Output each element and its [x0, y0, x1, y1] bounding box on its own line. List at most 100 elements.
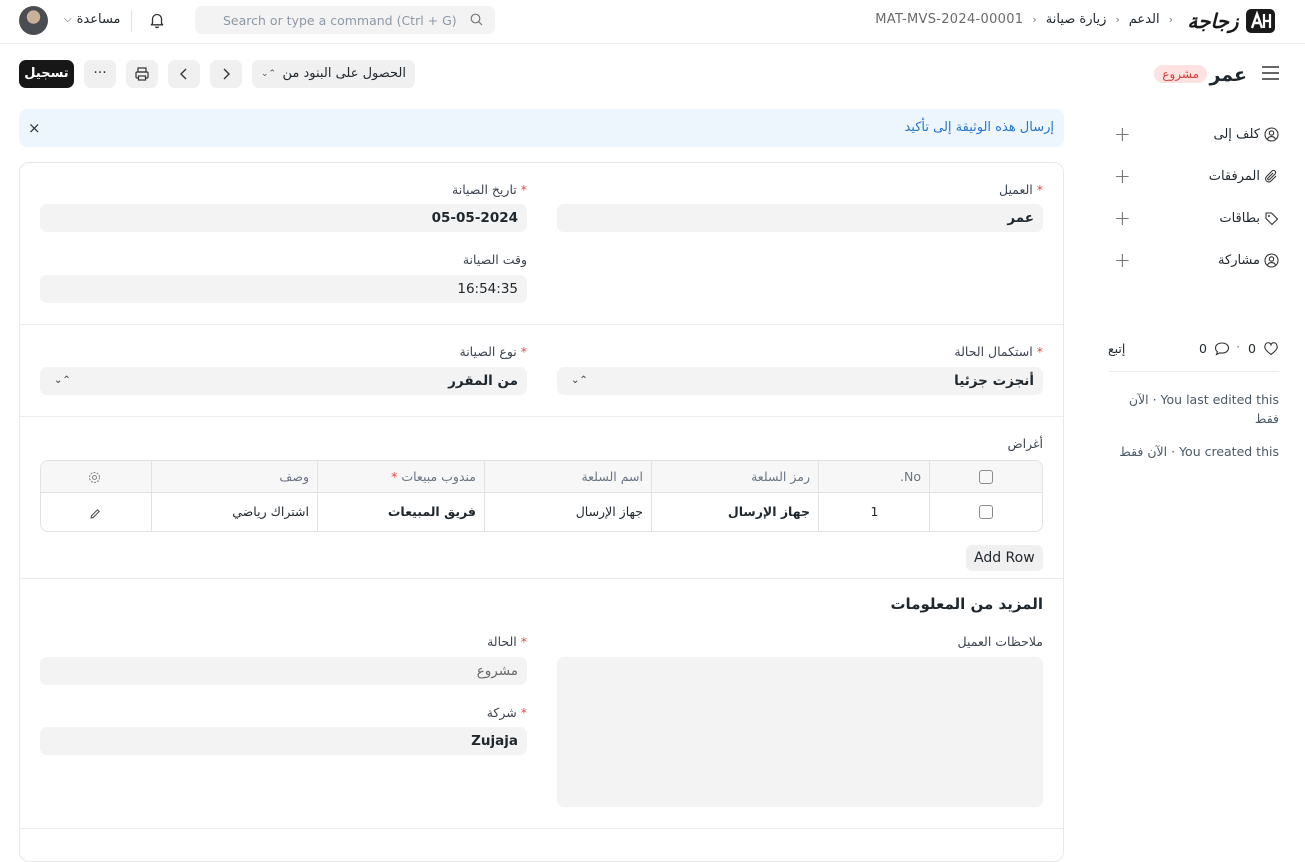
required-marker: * [1032, 344, 1043, 359]
submit-button[interactable]: تسجيل [19, 60, 74, 88]
get-items-from-dropdown[interactable]: الحصول على البنود من ⌃⌄ [252, 60, 415, 88]
customer-field[interactable]: عمر [557, 204, 1043, 232]
dot-separator: · [1236, 340, 1240, 354]
add-icon[interactable]: + [1114, 164, 1131, 188]
maintenance-date-field[interactable]: 05-05-2024 [40, 204, 527, 232]
sidebar-item-attachments[interactable]: المرفقات + [1114, 164, 1279, 190]
heart-icon[interactable] [1263, 341, 1279, 356]
breadcrumb-support[interactable]: الدعم [1129, 12, 1160, 27]
column-divider [651, 461, 652, 531]
avatar[interactable] [19, 6, 48, 35]
activity-item: You last edited this · الآن فقط [1128, 392, 1279, 426]
row-description[interactable]: اشتراك رياضي [152, 493, 318, 531]
column-divider [317, 461, 318, 531]
sidebar-item-label: كلف إلى [1213, 127, 1261, 142]
share-user-icon [1264, 253, 1279, 268]
pencil-icon[interactable] [89, 508, 101, 520]
search-input[interactable]: Search or type a command (Ctrl + G) [223, 13, 457, 28]
row-item-code[interactable]: جهاز الإرسال [652, 493, 819, 531]
sort-arrows-icon: ⌃⌄ [571, 375, 588, 386]
header-item-code: رمز السلعة [652, 461, 819, 493]
maintenance-time-label: وقت الصيانة [462, 252, 527, 267]
add-row-button[interactable]: Add Row [966, 545, 1043, 571]
sidebar-item-tags[interactable]: بطاقات + [1114, 206, 1279, 232]
row-no[interactable]: 1 [819, 493, 930, 531]
section-divider [20, 324, 1063, 325]
completion-status-select[interactable]: أنجزت جزئيا ⌃⌄ [557, 367, 1043, 395]
header-description: وصف [152, 461, 318, 493]
sidebar-item-label: مشاركة [1218, 253, 1260, 268]
form-card: * العميل عمر * تاريخ الصيانة 05-05-2024 … [19, 162, 1064, 862]
activity-item: You created this · الآن فقط [1119, 444, 1279, 459]
section-divider [20, 578, 1063, 579]
column-divider [929, 461, 930, 531]
row-sales-person[interactable]: فريق المبيعات [318, 493, 485, 531]
chevron-down-icon: ⌵ [64, 14, 72, 25]
maintenance-type-select[interactable]: من المقرر ⌃⌄ [40, 367, 527, 395]
maintenance-date-label: * تاريخ الصيانة [452, 182, 527, 197]
header-no: No. [819, 461, 930, 493]
chevron-left-icon [180, 68, 187, 80]
add-icon[interactable]: + [1114, 206, 1131, 230]
sidebar-item-assign-to[interactable]: كلف إلى + [1114, 122, 1279, 148]
breadcrumb-separator: ‹ [1115, 13, 1120, 26]
app-logo[interactable]: زجاجة [1182, 6, 1277, 36]
printer-icon [135, 67, 149, 81]
close-icon[interactable]: × [28, 119, 41, 137]
required-marker: * [516, 705, 527, 720]
required-marker: * [516, 182, 527, 197]
row-checkbox[interactable] [979, 505, 993, 519]
maintenance-time-field[interactable]: 16:54:35 [40, 275, 527, 303]
breadcrumb: ‹ الدعم ‹ زيارة صيانة ‹ MAT-MVS-2024-000… [875, 12, 1173, 27]
row-item-name[interactable]: جهاز الإرسال [485, 493, 652, 531]
status-label: * الحالة [487, 634, 527, 649]
required-marker: * [516, 634, 527, 649]
breadcrumb-separator: ‹ [1168, 13, 1173, 26]
assign-user-icon [1264, 127, 1279, 142]
breadcrumb-maintenance-visit[interactable]: زيارة صيانة [1046, 12, 1107, 27]
sidebar-item-share[interactable]: مشاركة + [1114, 248, 1279, 274]
header-sales-person: مندوب مبيعات * [318, 461, 485, 493]
sidebar-item-label: بطاقات [1219, 211, 1260, 226]
header-item-name: اسم السلعة [485, 461, 652, 493]
select-all-header [930, 461, 1042, 493]
submit-alert: إرسال هذه الوثيقة إلى تأكيد × [19, 109, 1064, 147]
column-divider [484, 461, 485, 531]
follow-link[interactable]: إتبع [1108, 341, 1125, 356]
select-all-checkbox[interactable] [979, 470, 993, 484]
page-title: عمر [1209, 64, 1247, 86]
previous-document-button[interactable] [168, 60, 200, 88]
sort-arrows-icon: ⌃⌄ [261, 69, 277, 79]
customer-feedback-label: ملاحظات العميل [957, 634, 1043, 649]
breadcrumb-document-id: MAT-MVS-2024-00001 [875, 12, 1024, 27]
social-stats: 0 · 0 إتبع [1108, 340, 1279, 358]
company-label: * شركة [486, 705, 527, 720]
print-button[interactable] [126, 60, 158, 88]
top-navbar: ⌵ مساعدة Search or type a command (Ctrl … [0, 0, 1305, 44]
customer-feedback-textarea[interactable] [557, 657, 1043, 807]
comment-icon[interactable] [1214, 341, 1230, 356]
customer-label: * العميل [998, 182, 1043, 197]
add-icon[interactable]: + [1114, 248, 1131, 272]
purposes-label: أغراض [1007, 436, 1044, 451]
status-badge: مشروع [1154, 65, 1207, 83]
add-icon[interactable]: + [1114, 122, 1131, 146]
help-label: مساعدة [76, 12, 121, 27]
alert-message[interactable]: إرسال هذه الوثيقة إلى تأكيد [904, 120, 1054, 135]
sidebar-item-label: المرفقات [1208, 169, 1260, 184]
divider [1109, 371, 1279, 372]
search-bar[interactable]: Search or type a command (Ctrl + G) [195, 6, 495, 34]
next-document-button[interactable] [210, 60, 242, 88]
row-select-cell [930, 493, 1042, 531]
gear-icon[interactable] [88, 471, 101, 484]
likes-count: 0 [1248, 341, 1256, 356]
company-field[interactable]: Zujaja [40, 727, 527, 755]
more-info-heading: المزيد من المعلومات [890, 595, 1043, 613]
maintenance-type-value: من المقرر [448, 373, 518, 389]
menu-icon[interactable] [1262, 66, 1279, 80]
bell-icon[interactable] [148, 11, 166, 29]
help-dropdown[interactable]: ⌵ مساعدة [64, 12, 121, 27]
purposes-table: No. رمز السلعة اسم السلعة مندوب مبيعات *… [40, 460, 1043, 532]
more-actions-button[interactable]: ··· [84, 60, 116, 88]
column-settings-header [41, 461, 152, 493]
